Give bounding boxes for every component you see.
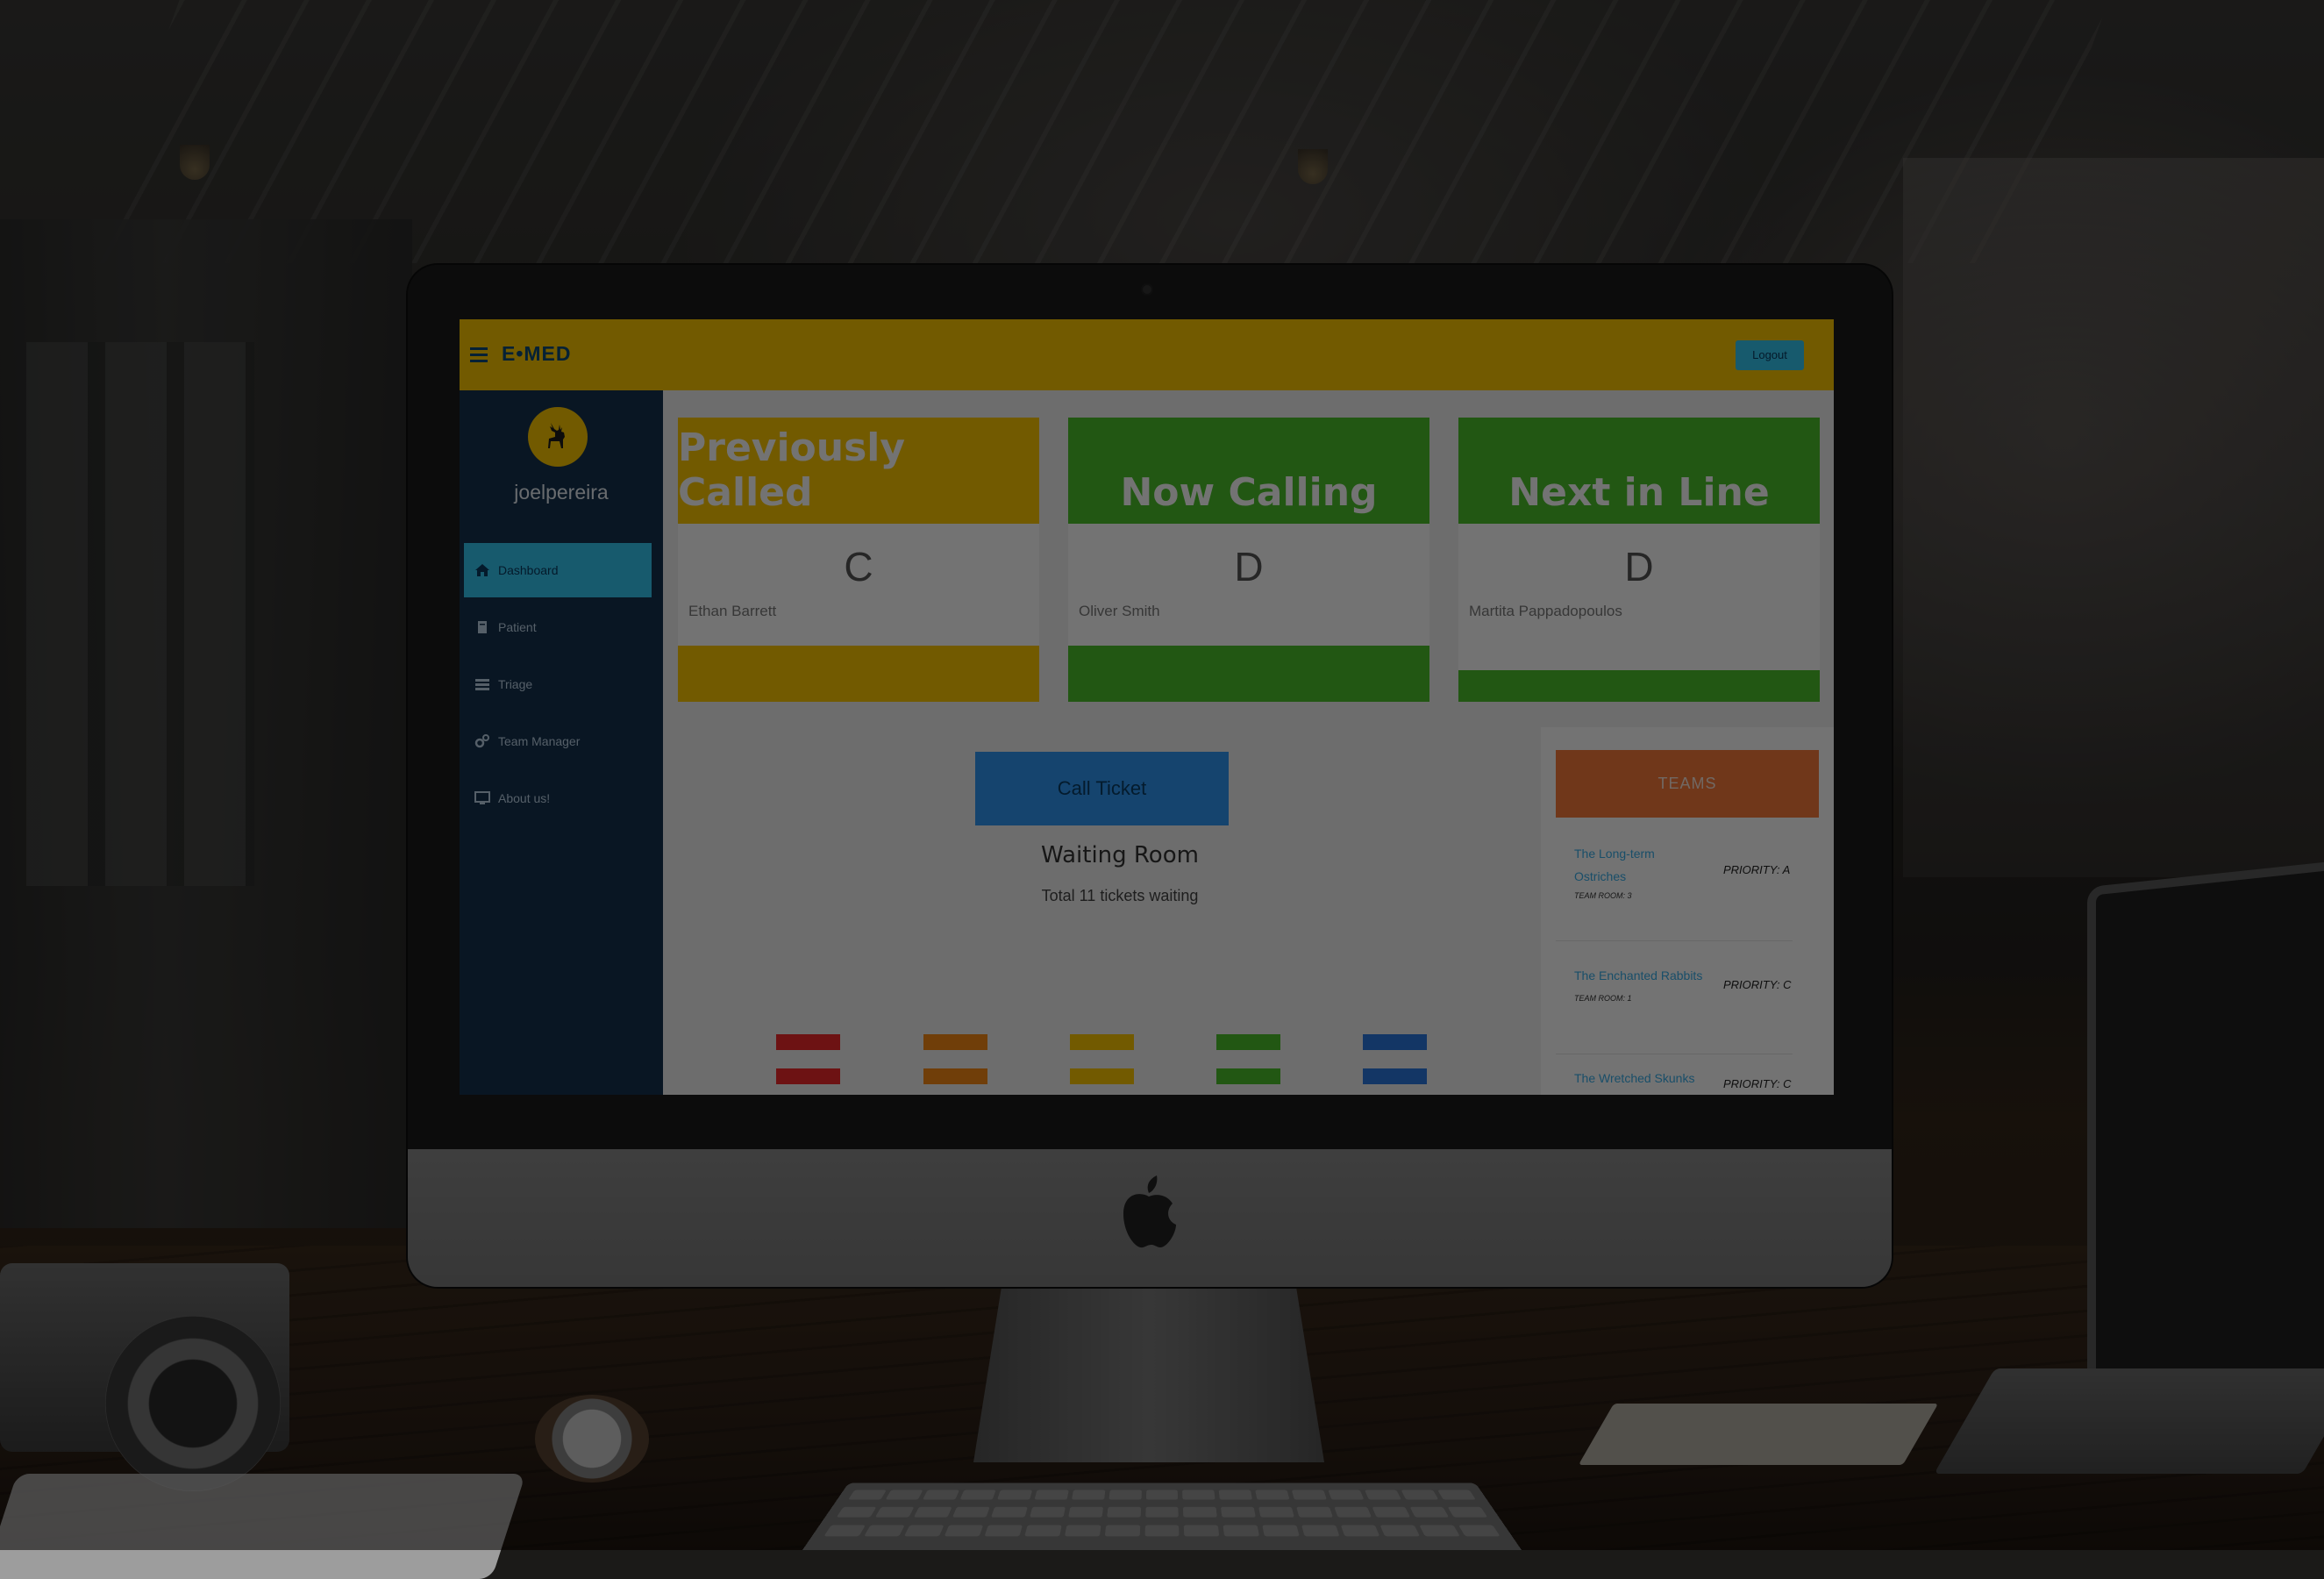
top-navbar: E•MED Logout: [460, 319, 1834, 390]
smartphone: [0, 1474, 526, 1579]
waiting-room-count: Total 11 tickets waiting: [1041, 887, 1199, 904]
patient-name: Ethan Barrett: [688, 603, 777, 619]
sidebar: joelpereira Dashboard Patient Triage Tea…: [460, 390, 663, 1095]
pendant-lamp: [180, 145, 210, 180]
triage-blue-bar: [1363, 1034, 1427, 1050]
keyboard: [802, 1483, 1522, 1550]
notebook: [1578, 1404, 1939, 1465]
dashboard-icon: [475, 564, 489, 576]
sidebar-item-label: Dashboard: [498, 563, 559, 577]
right-window: [1903, 158, 2324, 877]
ticket-letter: D: [1234, 544, 1264, 589]
sidebar-item-patient[interactable]: Patient: [464, 600, 652, 654]
app-screen: E•MED Logout joelpereira Dashboard Patie…: [460, 319, 1834, 1095]
team-name[interactable]: The Long-term Ostriches: [1574, 842, 1706, 888]
webcam: [1143, 285, 1151, 294]
card-title: Previously Called: [678, 418, 1039, 524]
list-icon: [475, 679, 489, 690]
apple-logo-icon: [1123, 1175, 1176, 1248]
sidebar-item-label: Patient: [498, 620, 537, 634]
team-item[interactable]: The Long-term Ostriches TEAM ROOM: 3 PRI…: [1556, 833, 1793, 941]
ticket-letter: C: [844, 544, 873, 589]
triage-blue-bar: [1363, 1068, 1427, 1084]
book-icon: [478, 621, 487, 633]
sidebar-item-triage[interactable]: Triage: [464, 657, 652, 711]
team-priority: PRIORITY: C: [1723, 978, 1792, 991]
team-name[interactable]: The Enchanted Rabbits: [1574, 964, 1706, 987]
card-footer-bar: [678, 646, 1039, 702]
sidebar-item-team-manager[interactable]: Team Manager: [464, 714, 652, 768]
patient-name: Oliver Smith: [1079, 603, 1160, 619]
card-title: Now Calling: [1068, 418, 1429, 524]
triage-red-bar: [776, 1068, 840, 1084]
team-item[interactable]: The Enchanted Rabbits TEAM ROOM: 1 PRIOR…: [1556, 947, 1793, 1054]
now-calling-card: Now Calling D Oliver Smith: [1068, 418, 1429, 702]
card-footer-bar: [1068, 646, 1429, 702]
username: joelpereira: [514, 481, 609, 504]
previously-called-card: Previously Called C Ethan Barrett: [678, 418, 1039, 702]
team-room: TEAM ROOM: 1: [1574, 994, 1632, 1003]
team-priority: PRIORITY: C: [1723, 1077, 1792, 1090]
laptop-screen: [2087, 858, 2324, 1432]
triage-green-bar: [1216, 1068, 1280, 1084]
imac-stand: [973, 1287, 1324, 1462]
sidebar-nav: Dashboard Patient Triage Team Manager Ab…: [464, 543, 652, 828]
patient-name: Martita Pappadopoulos: [1469, 603, 1622, 619]
teams-panel: TEAMS The Long-term Ostriches TEAM ROOM:…: [1541, 727, 1834, 1095]
next-in-line-card: Next in Line D Martita Pappadopoulos: [1458, 418, 1820, 702]
waiting-room-title: Waiting Room: [1041, 842, 1199, 868]
dashboard-main: Previously Called C Ethan Barrett Now Ca…: [663, 390, 1834, 1095]
pendant-lamp: [1298, 149, 1328, 184]
triage-red-bar: [776, 1034, 840, 1050]
sidebar-item-label: Team Manager: [498, 734, 581, 748]
ticket-letter: D: [1624, 544, 1654, 589]
card-title: Next in Line: [1458, 418, 1820, 524]
wristwatch: [535, 1395, 649, 1483]
avatar[interactable]: [528, 407, 588, 467]
triage-yellow-bar: [1070, 1068, 1134, 1084]
camera-lens: [105, 1316, 281, 1491]
card-footer-bar: [1458, 670, 1820, 702]
monitor-icon: [474, 791, 490, 804]
triage-yellow-bar: [1070, 1034, 1134, 1050]
deer-icon: [548, 423, 565, 448]
gears-icon: [474, 734, 489, 748]
left-window: [26, 342, 254, 886]
sidebar-item-label: About us!: [498, 791, 551, 805]
sidebar-item-label: Triage: [498, 677, 533, 691]
call-ticket-button[interactable]: Call Ticket: [975, 752, 1229, 825]
team-item[interactable]: The Wretched Skunks PRIORITY: C: [1556, 1060, 1793, 1095]
triage-orange-bar: [923, 1034, 987, 1050]
hamburger-menu-icon[interactable]: [470, 347, 488, 362]
sidebar-item-dashboard[interactable]: Dashboard: [464, 543, 652, 597]
triage-green-bar: [1216, 1034, 1280, 1050]
sidebar-item-about-us[interactable]: About us!: [464, 771, 652, 825]
team-name[interactable]: The Wretched Skunks: [1574, 1067, 1706, 1090]
logout-button[interactable]: Logout: [1736, 340, 1804, 370]
team-room: TEAM ROOM: 3: [1574, 891, 1632, 900]
triage-orange-bar: [923, 1068, 987, 1084]
teams-header: TEAMS: [1556, 750, 1819, 818]
brand-logo[interactable]: E•MED: [502, 342, 572, 366]
laptop-base: [1934, 1368, 2324, 1474]
team-priority: PRIORITY: A: [1723, 863, 1791, 876]
